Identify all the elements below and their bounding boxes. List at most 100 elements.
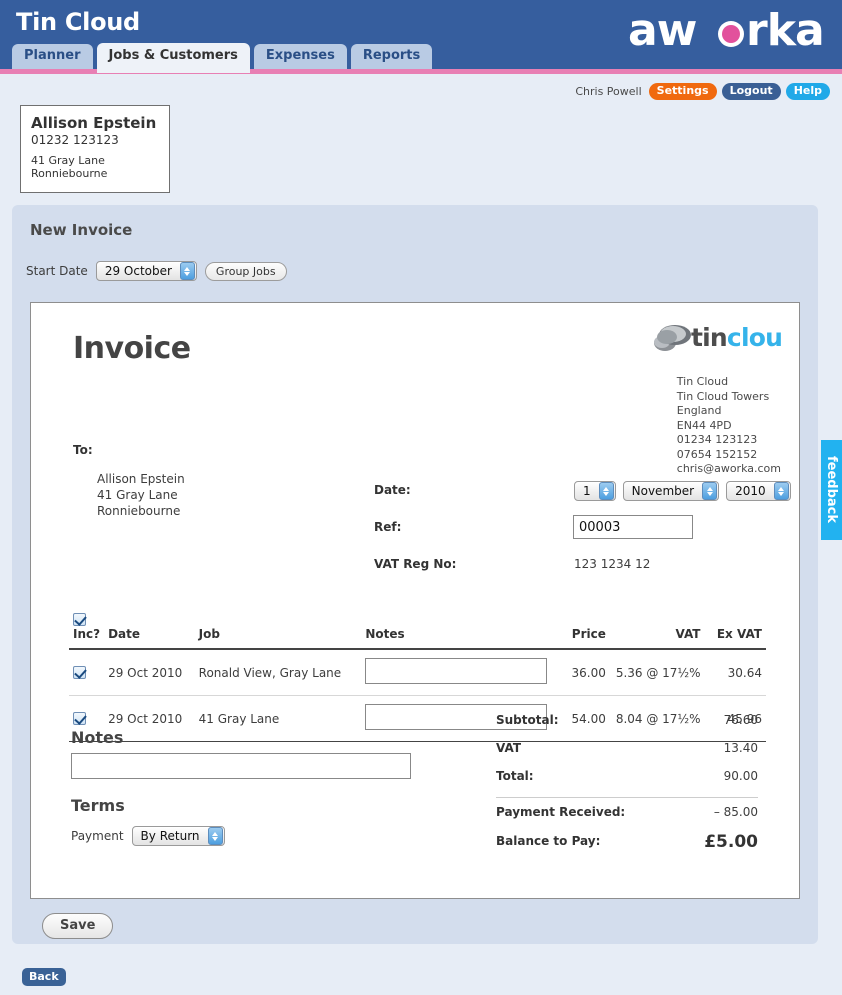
page-title: New Invoice <box>30 221 133 239</box>
invoice-date-day-select[interactable]: 1 <box>574 481 616 501</box>
header-price: Price <box>556 613 610 650</box>
customer-address-line-1: 41 Gray Lane <box>31 154 105 167</box>
invoice-to-line-2: Ronniebourne <box>97 504 181 518</box>
invoice-date-day-value: 1 <box>583 484 591 498</box>
totals-subtotal-row: Subtotal: 76.60 <box>496 713 758 741</box>
invoice-date-year-value: 2010 <box>735 484 766 498</box>
chevron-updown-icon <box>598 482 614 500</box>
company-phone: 01234 123123 <box>676 433 758 446</box>
feedback-tab[interactable]: feedback <box>821 440 842 540</box>
header-job: Job <box>194 613 362 650</box>
totals-total-row: Total: 90.00 <box>496 769 758 797</box>
customer-address-line-2: Ronniebourne <box>31 167 108 180</box>
total-value: 90.00 <box>723 769 758 783</box>
row-include-checkbox[interactable] <box>73 711 86 725</box>
terms-payment-row: Payment By Return <box>71 826 225 846</box>
payment-received-label: Payment Received: <box>496 805 626 819</box>
table-header-row: Inc? Date Job Notes Price VAT Ex VAT <box>69 613 766 650</box>
row-notes-cell <box>361 649 557 696</box>
invoice-vat-reg-row: VAT Reg No: 123 1234 12 <box>374 555 774 592</box>
totals-payment-received-row: Payment Received: – 85.00 <box>496 797 758 832</box>
vat-label: VAT <box>496 741 522 755</box>
invoice-date-row: Date: 1 November 2010 <box>374 481 791 518</box>
svg-text:tincloud: tincloud <box>691 323 781 352</box>
invoice-sheet: Invoice tincloud Tin Cloud Tin Cloud Tow… <box>30 302 800 899</box>
logout-button[interactable]: Logout <box>721 82 781 100</box>
settings-button[interactable]: Settings <box>648 82 717 100</box>
balance-label: Balance to Pay: <box>496 834 601 848</box>
invoice-vat-reg-value: 123 1234 12 <box>574 557 651 571</box>
customer-name: Allison Epstein <box>31 114 157 132</box>
aworka-logo: aw rka <box>628 8 825 54</box>
header-date: Date <box>104 613 195 650</box>
customer-address: 41 Gray Lane Ronniebourne <box>31 154 159 180</box>
invoice-vat-reg-label: VAT Reg No: <box>374 557 457 571</box>
save-button[interactable]: Save <box>42 913 114 939</box>
main-tab-bar: Planner Jobs & Customers Expenses Report… <box>12 43 436 73</box>
user-name-label: Chris Powell <box>575 84 642 98</box>
company-name: Tin Cloud <box>676 375 729 388</box>
invoice-ref-row: Ref: <box>374 515 774 555</box>
group-jobs-button[interactable]: Group Jobs <box>204 261 287 281</box>
tab-expenses[interactable]: Expenses <box>253 44 347 69</box>
row-include-cell <box>69 649 105 696</box>
chevron-updown-icon <box>207 827 223 845</box>
invoice-notes-input[interactable] <box>71 753 411 779</box>
tincloud-logo-cloud: cloud <box>727 323 781 352</box>
start-date-value: 29 October <box>104 264 172 278</box>
start-date-row: Start Date 29 October Group Jobs <box>26 261 287 281</box>
invoice-date-month-value: November <box>631 484 695 498</box>
tab-reports[interactable]: Reports <box>350 44 433 69</box>
header-vat: VAT <box>609 613 705 650</box>
user-account-bar: Chris Powell Settings Logout Help <box>575 82 830 100</box>
company-mobile: 07654 152152 <box>676 447 758 461</box>
tab-planner[interactable]: Planner <box>12 44 93 69</box>
invoice-date-label: Date: <box>374 483 411 497</box>
chevron-updown-icon <box>773 482 789 500</box>
table-row: 29 Oct 2010 Ronald View, Gray Lane 36.00… <box>69 649 766 696</box>
invoice-to-label: To: <box>73 443 93 457</box>
customer-phone: 01232 123123 <box>31 133 119 147</box>
subtotal-value: 76.60 <box>723 713 758 727</box>
terms-heading: Terms <box>71 796 125 815</box>
invoice-date-month-select[interactable]: November <box>622 481 720 501</box>
header-ex-vat: Ex VAT <box>704 613 766 650</box>
row-price: 36.00 <box>556 649 610 696</box>
row-notes-input[interactable] <box>365 658 548 684</box>
tab-jobs-customers[interactable]: Jobs & Customers <box>96 43 250 73</box>
totals-balance-row: Balance to Pay: £5.00 <box>496 832 758 860</box>
new-invoice-panel: New Invoice Start Date 29 October Group … <box>12 205 818 944</box>
row-job: Ronald View, Gray Lane <box>194 649 362 696</box>
company-address-line-3: England <box>676 404 722 417</box>
help-button[interactable]: Help <box>785 82 830 100</box>
total-label: Total: <box>496 769 534 783</box>
notes-heading: Notes <box>71 728 124 747</box>
invoice-to-name: Allison Epstein <box>97 472 185 486</box>
payment-terms-value: By Return <box>140 829 200 843</box>
back-button[interactable]: Back <box>22 968 66 986</box>
start-date-label: Start Date <box>26 264 88 278</box>
invoice-ref-label: Ref: <box>374 520 402 534</box>
select-all-checkbox[interactable] <box>73 613 86 626</box>
invoice-to-line-1: 41 Gray Lane <box>97 488 178 502</box>
row-job: 41 Gray Lane <box>194 695 362 742</box>
vat-value: 13.40 <box>723 741 758 755</box>
row-include-checkbox[interactable] <box>73 665 86 679</box>
header-inc-label: Inc? <box>73 627 101 641</box>
chevron-updown-icon <box>702 482 718 500</box>
invoice-date-year-select[interactable]: 2010 <box>726 481 791 501</box>
top-header-bar: Tin Cloud aw rka Planner Jobs & Customer… <box>0 0 842 73</box>
row-vat: 5.36 @ 17½% <box>609 649 705 696</box>
invoice-date-controls: 1 November 2010 <box>574 481 791 501</box>
customer-summary-card[interactable]: Allison Epstein 01232 123123 41 Gray Lan… <box>20 105 170 193</box>
balance-value: £5.00 <box>704 832 758 852</box>
payment-terms-select[interactable]: By Return <box>131 826 225 846</box>
invoice-heading: Invoice <box>73 331 191 366</box>
invoice-to-address: Allison Epstein 41 Gray Lane Ronniebourn… <box>97 471 185 519</box>
invoice-ref-input[interactable] <box>573 515 693 539</box>
row-ex-vat: 30.64 <box>704 649 766 696</box>
company-email: chris@aworka.com <box>676 462 781 475</box>
invoice-meta-block: Date: 1 November 2010 Ref: 00003 VAT Reg… <box>374 481 791 592</box>
row-date: 29 Oct 2010 <box>104 649 195 696</box>
start-date-select[interactable]: 29 October <box>95 261 197 281</box>
